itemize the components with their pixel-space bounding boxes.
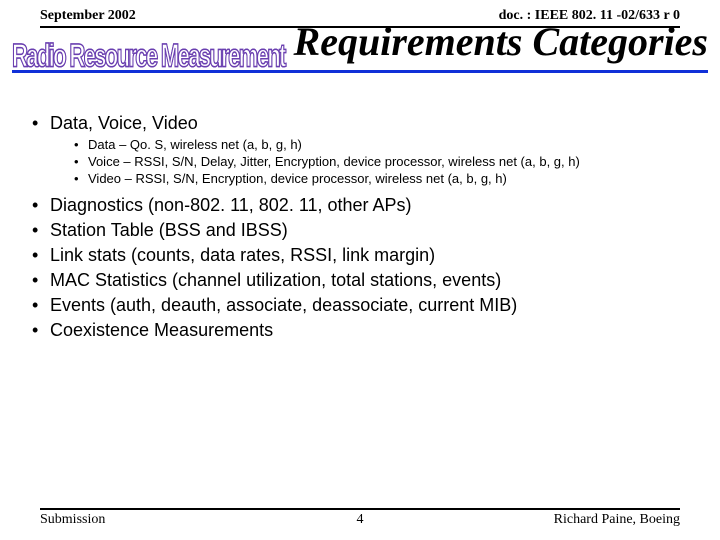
sub-list-item: Voice – RSSI, S/N, Delay, Jitter, Encryp… bbox=[74, 154, 692, 171]
list-item: Link stats (counts, data rates, RSSI, li… bbox=[28, 244, 692, 267]
header-date: September 2002 bbox=[40, 8, 136, 24]
slide-title: Requirements Categories bbox=[294, 18, 708, 65]
footer-page-number: 4 bbox=[40, 512, 680, 528]
title-area: Requirements Categories Radio Resource M… bbox=[12, 24, 708, 84]
sub-list-item: Data – Qo. S, wireless net (a, b, g, h) bbox=[74, 137, 692, 154]
list-item: Diagnostics (non-802. 11, 802. 11, other… bbox=[28, 194, 692, 217]
footer-rule bbox=[40, 508, 680, 510]
wordart-logo: Radio Resource Measurement bbox=[12, 39, 285, 72]
list-item: MAC Statistics (channel utilization, tot… bbox=[28, 269, 692, 292]
content: Data, Voice, Video Data – Qo. S, wireles… bbox=[0, 84, 720, 342]
list-item: Coexistence Measurements bbox=[28, 319, 692, 342]
footer: Submission 4 Richard Paine, Boeing bbox=[40, 508, 680, 528]
list-item: Data, Voice, Video Data – Qo. S, wireles… bbox=[28, 112, 692, 188]
list-item: Station Table (BSS and IBSS) bbox=[28, 219, 692, 242]
list-item-label: Data, Voice, Video bbox=[50, 113, 198, 133]
sub-list: Data – Qo. S, wireless net (a, b, g, h) … bbox=[50, 137, 692, 188]
bullet-list: Data, Voice, Video Data – Qo. S, wireles… bbox=[28, 112, 692, 342]
list-item: Events (auth, deauth, associate, deassoc… bbox=[28, 294, 692, 317]
sub-list-item: Video – RSSI, S/N, Encryption, device pr… bbox=[74, 171, 692, 188]
